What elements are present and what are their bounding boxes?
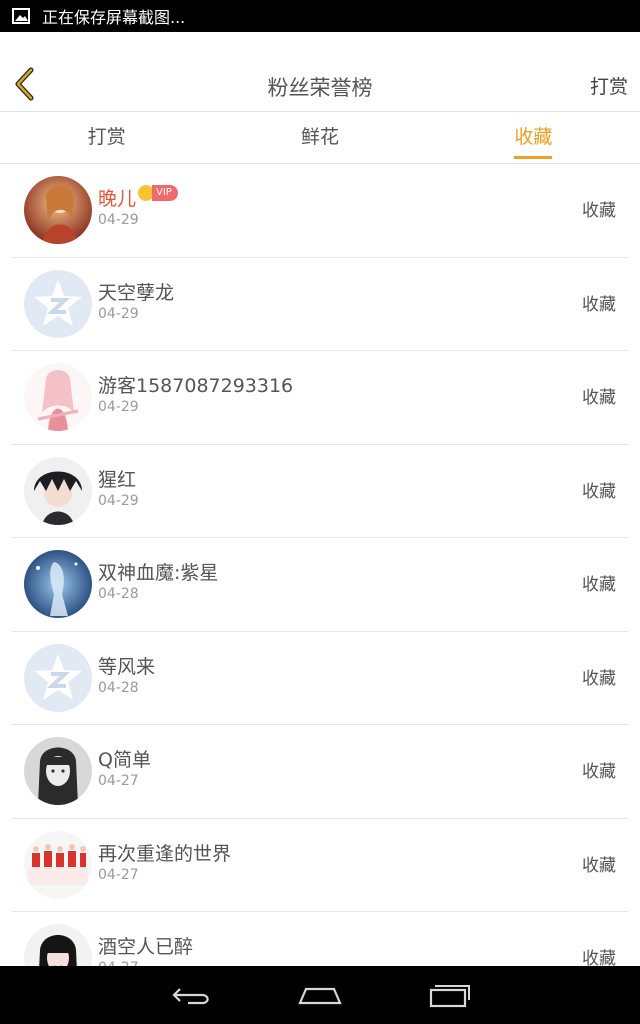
list-item[interactable]: 双神血魔:紫星 04-28 收藏 bbox=[12, 538, 628, 632]
user-name: 再次重逢的世界 bbox=[98, 842, 232, 865]
vip-badge: VIP bbox=[138, 185, 178, 201]
nav-back-button[interactable] bbox=[168, 978, 216, 1012]
action-label: 收藏 bbox=[582, 949, 616, 966]
top-bar: 粉丝荣誉榜 打赏 bbox=[0, 32, 640, 112]
avatar[interactable] bbox=[24, 830, 92, 899]
tab-flowers[interactable]: 鲜花 bbox=[213, 112, 426, 163]
list-item[interactable]: 等风来 04-28 收藏 bbox=[12, 632, 628, 725]
action-label: 收藏 bbox=[582, 855, 616, 876]
date: 04-27 bbox=[98, 866, 139, 883]
date: 04-28 bbox=[98, 679, 139, 696]
default-avatar-icon[interactable] bbox=[24, 269, 92, 338]
date: 04-28 bbox=[98, 586, 139, 602]
system-nav-bar bbox=[0, 966, 640, 1024]
status-bar: 正在保存屏幕截图... bbox=[0, 0, 640, 32]
list-item[interactable]: Q简单 04-27 收藏 bbox=[12, 725, 628, 819]
action-label: 收藏 bbox=[582, 201, 616, 221]
action-label: 收藏 bbox=[582, 481, 616, 502]
user-name: 等风来 bbox=[98, 655, 156, 678]
avatar[interactable] bbox=[24, 550, 92, 618]
user-name: 酒空人已醉 bbox=[98, 936, 194, 958]
avatar[interactable] bbox=[24, 176, 92, 244]
list-item[interactable]: 再次重逢的世界 04-27 收藏 bbox=[12, 819, 628, 912]
nav-recents-button[interactable] bbox=[424, 978, 472, 1012]
default-avatar-icon[interactable] bbox=[24, 643, 92, 712]
date: 04-29 bbox=[98, 492, 139, 509]
action-label: 收藏 bbox=[582, 762, 616, 782]
tab-label: 打赏 bbox=[87, 126, 126, 148]
nav-home-button[interactable] bbox=[296, 978, 344, 1012]
tab-bar: 打赏 鲜花 收藏 bbox=[0, 112, 640, 164]
reward-button[interactable]: 打赏 bbox=[590, 72, 628, 99]
list-item[interactable]: 游客1587087293316 04-29 收藏 bbox=[12, 351, 628, 445]
user-name: 游客1587087293316 bbox=[98, 375, 294, 397]
list-item[interactable]: 猩红 04-29 收藏 bbox=[12, 445, 628, 538]
user-name: Q简单 bbox=[98, 749, 151, 771]
page-title: 粉丝荣誉榜 bbox=[267, 76, 373, 100]
action-label: 收藏 bbox=[582, 388, 616, 408]
avatar[interactable] bbox=[24, 456, 92, 525]
home-icon bbox=[298, 987, 342, 1005]
back-arrow-icon bbox=[172, 988, 209, 1005]
action-label: 收藏 bbox=[582, 575, 616, 595]
image-icon bbox=[12, 8, 30, 24]
date: 04-29 bbox=[98, 399, 139, 415]
tab-label: 收藏 bbox=[514, 126, 553, 148]
date: 04-27 bbox=[98, 773, 139, 789]
user-name: 晚儿 bbox=[98, 188, 137, 210]
date: 04-29 bbox=[98, 212, 139, 228]
list-item[interactable]: 晚儿 VIP 04-29 收藏 bbox=[12, 164, 628, 258]
fan-list: 晚儿 VIP 04-29 收藏 天空孽龙 04-29 收藏 游客15870872… bbox=[0, 164, 640, 966]
user-name: 双神血魔:紫星 bbox=[98, 562, 219, 584]
status-text: 正在保存屏幕截图... bbox=[42, 8, 186, 27]
action-label: 收藏 bbox=[582, 668, 616, 689]
tab-underline bbox=[514, 156, 553, 159]
tab-favorites[interactable]: 收藏 bbox=[427, 112, 640, 163]
list-item[interactable]: 酒空人已醉 04-27 收藏 bbox=[12, 912, 628, 966]
avatar[interactable] bbox=[24, 924, 92, 966]
avatar[interactable] bbox=[24, 363, 92, 431]
user-name: 猩红 bbox=[98, 468, 137, 491]
list-item[interactable]: 天空孽龙 04-29 收藏 bbox=[12, 258, 628, 351]
recent-apps-icon bbox=[429, 985, 470, 1008]
avatar[interactable] bbox=[24, 737, 92, 805]
date: 04-29 bbox=[98, 305, 139, 322]
action-label: 收藏 bbox=[582, 294, 616, 315]
user-name: 天空孽龙 bbox=[98, 281, 175, 304]
tab-reward[interactable]: 打赏 bbox=[0, 112, 213, 163]
vip-label: VIP bbox=[152, 185, 178, 201]
tab-label: 鲜花 bbox=[300, 126, 339, 148]
